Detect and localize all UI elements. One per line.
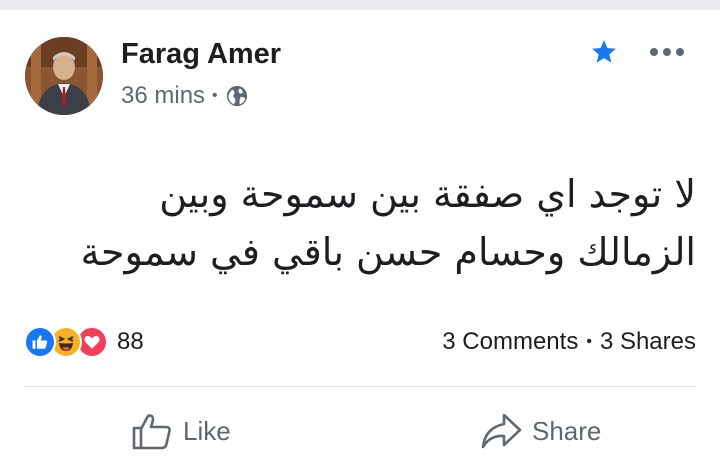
meta-separator: • (212, 87, 218, 104)
post-stats: 3 Comments • 3 Shares (442, 326, 696, 358)
profile-photo (25, 37, 103, 115)
author-name[interactable]: Farag Amer (121, 38, 281, 71)
stats-separator: • (586, 333, 592, 350)
like-reaction-icon (24, 326, 56, 358)
like-label: Like (183, 415, 231, 446)
thumbs-up-icon (132, 414, 171, 450)
divider (24, 386, 696, 387)
globe-icon (226, 85, 247, 107)
share-label: Share (532, 415, 602, 446)
reactions-summary[interactable]: 88 (24, 326, 144, 358)
share-arrow-icon (481, 413, 522, 449)
avatar[interactable] (25, 37, 103, 115)
shares-count[interactable]: 3 Shares (600, 328, 696, 356)
comments-count[interactable]: 3 Comments (442, 328, 578, 356)
feed-separator (0, 0, 720, 10)
reaction-count: 88 (117, 328, 144, 355)
post-text: لا توجد اي صفقة بين سموحة وبين الزمالك و… (80, 172, 696, 274)
star-icon[interactable] (590, 38, 618, 66)
like-button[interactable]: Like (131, 408, 231, 454)
post-meta: 36 mins • (121, 82, 248, 110)
post-timestamp[interactable]: 36 mins (121, 82, 205, 110)
share-button[interactable]: Share (480, 408, 601, 454)
more-icon[interactable] (648, 40, 686, 64)
